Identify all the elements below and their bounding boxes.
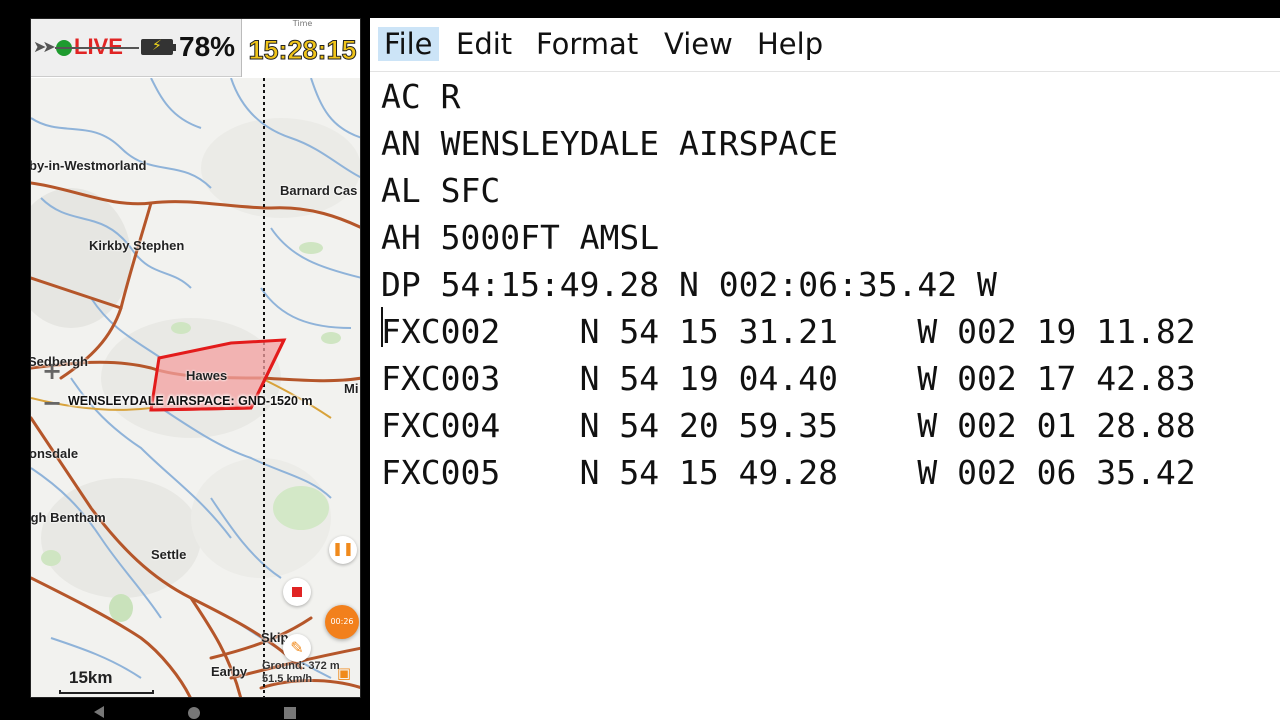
ground-readout: Ground: 372 m 51.5 km/h [262, 660, 340, 686]
map-scale-label: 15km [69, 668, 113, 687]
town-label-high-bentham: igh Bentham [31, 510, 106, 525]
text-caret [381, 307, 383, 347]
time-box: Time 15:28:15 [241, 19, 360, 77]
menu-help[interactable]: Help [751, 27, 829, 61]
town-label-settle: Settle [151, 547, 187, 562]
battery-percent: 78% [179, 31, 236, 62]
map-view[interactable]: by-in-Westmorland Barnard Cas Kirkby Ste… [31, 78, 360, 697]
charging-bolt-icon: ⚡ [152, 38, 162, 54]
time-label: Time [292, 19, 313, 28]
home-icon[interactable] [188, 707, 200, 719]
stop-button[interactable] [283, 578, 311, 606]
time-value: 15:28:15 [248, 35, 357, 66]
text-line: FXC005 N 54 15 49.28 W 002 06 35.42 [381, 453, 1196, 492]
text-line: AC R [381, 77, 461, 116]
text-line: FXC002 N 54 15 31.21 W 002 19 11.82 [381, 312, 1196, 351]
ground-speed: 51.5 km/h [262, 673, 313, 685]
flight-status-bar: ➤➤ LIVE ⚡ 78% Time 15:28:15 [31, 19, 360, 77]
signal-arrows-icon: ➤➤ [33, 37, 56, 56]
town-label-barnard-castle: Barnard Cas [280, 183, 358, 198]
town-label-hawes: Hawes [186, 368, 228, 383]
map-scale-bar [59, 690, 154, 694]
town-label-lonsdale: onsdale [31, 446, 79, 461]
town-label-appleby: by-in-Westmorland [31, 158, 147, 173]
text-line: AL SFC [381, 171, 501, 210]
menu-file[interactable]: File [378, 27, 439, 61]
back-icon[interactable] [94, 706, 104, 718]
town-label-earby: Earby [211, 664, 248, 679]
phone-screen: ➤➤ LIVE ⚡ 78% Time 15:28:15 by-in-Westmo… [30, 18, 361, 698]
text-line: FXC004 N 54 20 59.35 W 002 01 28.88 [381, 406, 1196, 445]
text-line: AH 5000FT AMSL [381, 218, 660, 257]
pencil-icon[interactable]: ✎ [283, 634, 311, 662]
recording-timer-button[interactable]: 00:26 [325, 605, 359, 639]
text-editor[interactable]: AC R AN WENSLEYDALE AIRSPACE AL SFC AH 5… [370, 73, 1280, 720]
text-line: DP 54:15:49.28 N 002:06:35.42 W [381, 265, 997, 304]
menu-edit[interactable]: Edit [450, 27, 518, 61]
town-label-middleham: Mi [344, 381, 359, 396]
recent-apps-icon[interactable] [284, 707, 296, 719]
status-indicators: ➤➤ LIVE ⚡ 78% [31, 19, 241, 77]
phone-panel: ➤➤ LIVE ⚡ 78% Time 15:28:15 by-in-Westmo… [0, 0, 370, 720]
live-strike-line [55, 47, 139, 49]
menu-format[interactable]: Format [530, 27, 644, 61]
pause-button[interactable]: ❚❚ [329, 536, 357, 564]
town-label-kirkby-stephen: Kirkby Stephen [89, 238, 185, 253]
notepad-window: File Edit Format View Help AC R AN WENSL… [370, 18, 1280, 720]
zoom-in-button[interactable]: + [41, 359, 63, 383]
airspace-label[interactable]: WENSLEYDALE AIRSPACE: GND-1520 m [68, 394, 312, 408]
android-nav-bar [30, 698, 361, 720]
zoom-out-button[interactable]: − [41, 391, 63, 415]
text-line: FXC003 N 54 19 04.40 W 002 17 42.83 [381, 359, 1196, 398]
ground-altitude: Ground: 372 m [262, 660, 340, 672]
text-line: AN WENSLEYDALE AIRSPACE [381, 124, 838, 163]
battery-icon: ⚡ [141, 38, 176, 55]
menu-bar: File Edit Format View Help [370, 18, 1280, 72]
menu-view[interactable]: View [658, 27, 739, 61]
